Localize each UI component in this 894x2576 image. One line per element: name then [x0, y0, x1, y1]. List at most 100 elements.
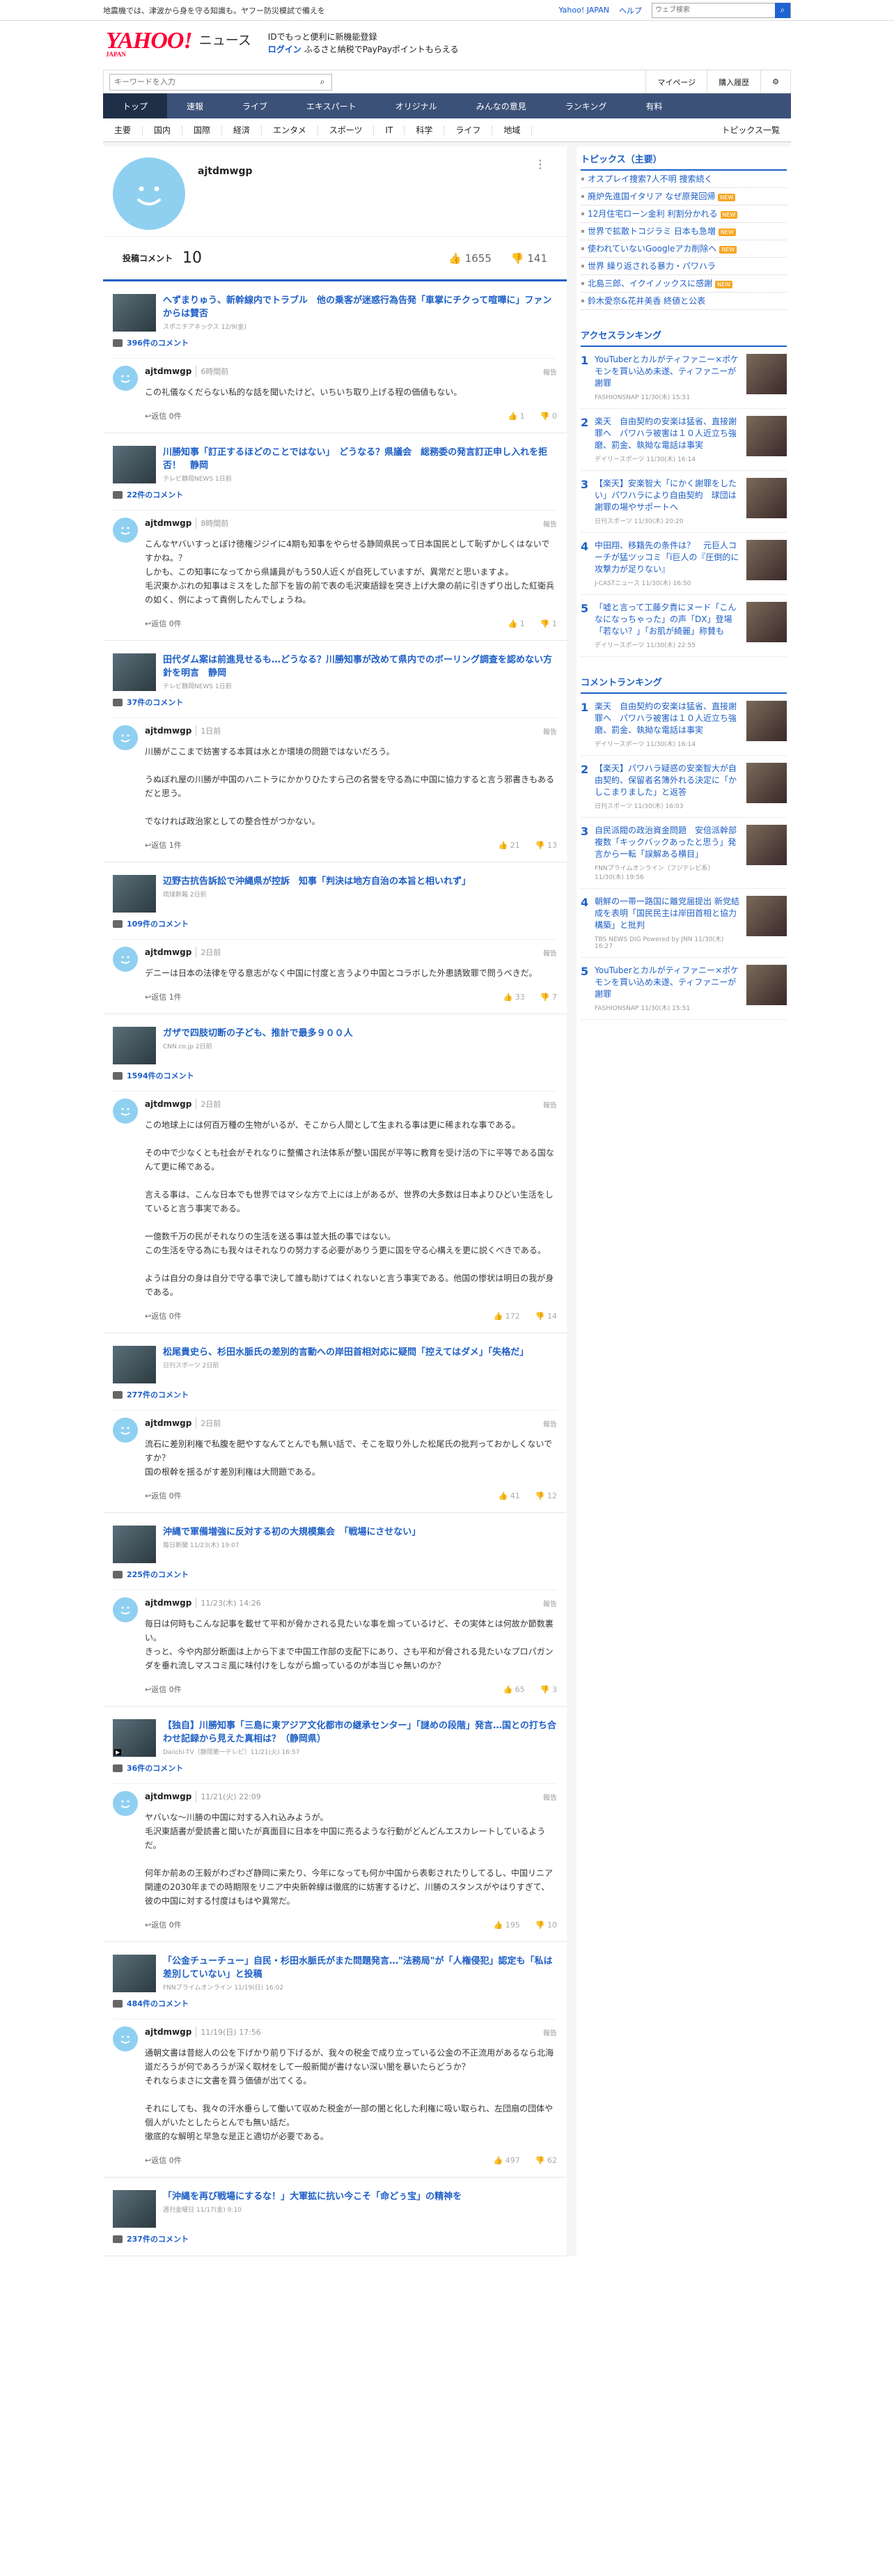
article[interactable]: 辺野古抗告訴訟で沖縄県が控訴 知事「判決は地方自治の本旨と相いれず」 琉球新報 2… — [113, 875, 557, 913]
comment-count-text[interactable]: 36件のコメント — [127, 1762, 183, 1774]
ranking-title[interactable]: YouTuberとカルがティファニー×ポケモンを買い込め未遂、ティファニーが謝罪 — [595, 354, 742, 389]
web-search-input[interactable] — [652, 3, 775, 17]
tab-4[interactable]: オリジナル — [376, 93, 457, 118]
article-thumbnail[interactable] — [113, 653, 156, 691]
help-link[interactable]: ヘルプ — [619, 5, 642, 16]
comment-author[interactable]: ajtdmwgp — [145, 2027, 191, 2037]
article-title[interactable]: 沖縄で軍備増強に反対する初の大規模集会 「戦場にさせない」 — [163, 1526, 421, 1539]
ranking-item[interactable]: 4 中田翔、移籍先の条件は？ 元巨人コーチが猛ツッコミ「ï巨人の『圧倒的に攻撃力が… — [581, 533, 787, 595]
article-thumbnail[interactable] — [113, 446, 156, 483]
dislike-button[interactable]: 👎 10 — [535, 1921, 557, 1930]
like-button[interactable]: 👍 195 — [494, 1921, 520, 1930]
article-thumbnail[interactable] — [113, 1955, 156, 1992]
login-link[interactable]: ログイン — [268, 45, 301, 54]
article[interactable]: へずまりゅう、新幹線内でトラブル 他の乗客が迷惑行為告発「車掌にチクって喧嘩に」… — [113, 294, 557, 332]
comment-count-text[interactable]: 277件のコメント — [127, 1389, 189, 1400]
comment-count-link[interactable]: 277件のコメント — [113, 1389, 557, 1400]
ranking-item[interactable]: 1 YouTuberとカルがティファニー×ポケモンを買い込め未遂、ティファニーが謝… — [581, 347, 787, 409]
comment-count-link[interactable]: 225件のコメント — [113, 1569, 557, 1580]
topic-label[interactable]: 使われていないGoogleアカ削除へ — [588, 244, 716, 254]
article-title[interactable]: へずまりゅう、新幹線内でトラブル 他の乗客が迷惑行為告発「車掌にチクって喧嘩に」… — [163, 294, 557, 320]
article[interactable]: ▶ 【独自】川勝知事「三島に東アジア文化都市の継承センター」「謎めの段階」発言…国… — [113, 1719, 557, 1757]
topic-label[interactable]: 北島三郎、イクイノックスに感謝 — [588, 279, 712, 288]
comment-count-link[interactable]: 109件のコメント — [113, 918, 557, 929]
reply-button[interactable]: 返信 1件 — [151, 991, 182, 1002]
category-9[interactable]: 地域 — [492, 125, 533, 135]
report-link[interactable]: 報告 — [543, 1418, 557, 1429]
category-8[interactable]: ライフ — [444, 125, 493, 135]
dislike-button[interactable]: 👎 1 — [540, 619, 557, 628]
topic-item[interactable]: 世界 繰り返される暴力・パワハラ — [581, 258, 787, 275]
topic-item[interactable]: オスプレイ捜索7人不明 捜索続く — [581, 171, 787, 188]
tab-2[interactable]: ライブ — [223, 93, 287, 118]
ranking-title[interactable]: 自民派閥の政治資金問題 安倍派幹部複数「キックバックあったと思う」発言から一転「… — [595, 825, 742, 860]
topic-item[interactable]: 廃炉先進国イタリア なぜ原発回帰 NEW — [581, 188, 787, 205]
reply-button[interactable]: 返信 0件 — [151, 618, 182, 629]
topics-all-link[interactable]: トピックス一覧 — [710, 125, 791, 135]
ranking-title[interactable]: 楽天 自由契約の安楽は猛省、直接謝罪へ パワハラ被害は１０人近立ち強磨、罰金、執… — [595, 701, 742, 736]
ranking-item[interactable]: 1 楽天 自由契約の安楽は猛省、直接謝罪へ パワハラ被害は１０人近立ち強磨、罰金、… — [581, 694, 787, 756]
ranking-thumbnail[interactable] — [746, 416, 787, 456]
comment-author[interactable]: ajtdmwgp — [145, 518, 191, 528]
article-thumbnail[interactable] — [113, 2190, 156, 2228]
comment-author[interactable]: ajtdmwgp — [145, 1598, 191, 1608]
article-thumbnail[interactable] — [113, 1526, 156, 1563]
article[interactable]: 松尾貴史ら、杉田水脈氏の差別的言動への岸田首相対応に疑問「控えてはダメ」「失格だ… — [113, 1346, 557, 1383]
dislike-button[interactable]: 👎 13 — [535, 841, 557, 850]
like-button[interactable]: 👍 65 — [503, 1685, 525, 1694]
comment-author[interactable]: ajtdmwgp — [145, 947, 191, 957]
tab-1[interactable]: 速報 — [167, 93, 223, 118]
article-title[interactable]: 田代ダム案は前進見せるも…どうなる？川勝知事が改めて県内でのボーリング調査を認め… — [163, 653, 557, 680]
reply-button[interactable]: 返信 0件 — [151, 1310, 182, 1321]
dislike-button[interactable]: 👎 0 — [540, 412, 557, 421]
comment-count-text[interactable]: 225件のコメント — [127, 1569, 189, 1580]
mypage-link[interactable]: マイページ — [645, 70, 707, 93]
ranking-title[interactable]: YouTuberとカルがティファニー×ポケモンを買い込め未遂、ティファニーが謝罪 — [595, 965, 742, 1000]
comment-count-link[interactable]: 1594件のコメント — [113, 1070, 557, 1081]
article-title[interactable]: 松尾貴史ら、杉田水脈氏の差別的言動への岸田首相対応に疑問「控えてはダメ」「失格だ… — [163, 1346, 528, 1359]
ranking-item[interactable]: 4 朝鮮の一帯一路国に離党届提出 新党結成を表明「国民民主は岸田首相と協力構築」と… — [581, 889, 787, 958]
reply-button[interactable]: 返信 0件 — [151, 1490, 182, 1501]
search-icon[interactable]: ⌕ — [775, 2, 790, 18]
topic-label[interactable]: 鈴木愛奈&花井美香 終値と公表 — [588, 296, 705, 306]
comment-count-text[interactable]: 396件のコメント — [127, 337, 189, 348]
comment-count-text[interactable]: 22件のコメント — [127, 489, 183, 500]
comment-count-text[interactable]: 484件のコメント — [127, 1998, 189, 2009]
like-button[interactable]: 👍 172 — [494, 1312, 520, 1321]
search-icon[interactable]: ⌕ — [313, 77, 331, 87]
ranking-item[interactable]: 3 【楽天】安楽智大「にかく謝罪をしたい」パワハラにより自由契約 球団は謝罪の場や… — [581, 471, 787, 533]
category-1[interactable]: 国内 — [143, 125, 183, 135]
comment-author[interactable]: ajtdmwgp — [145, 1792, 191, 1801]
tab-0[interactable]: トップ — [103, 93, 168, 118]
ranking-thumbnail[interactable] — [746, 478, 787, 518]
tab-7[interactable]: 有料 — [626, 93, 682, 118]
notice-text[interactable]: 地震機では、津波から身を守る知識も。ヤフー防災模試で備えを — [103, 5, 325, 16]
topic-label[interactable]: 廃炉先進国イタリア なぜ原発回帰 — [588, 192, 715, 201]
comment-count-link[interactable]: 36件のコメント — [113, 1762, 557, 1774]
topic-item[interactable]: 世界で拡散トコジラミ 日本も急増 NEW — [581, 223, 787, 240]
comment-count-text[interactable]: 109件のコメント — [127, 918, 189, 929]
category-3[interactable]: 経済 — [222, 125, 262, 135]
category-2[interactable]: 国際 — [182, 125, 223, 135]
ranking-item[interactable]: 3 自民派閥の政治資金問題 安倍派幹部複数「キックバックあったと思う」発言から一転… — [581, 818, 787, 889]
report-link[interactable]: 報告 — [543, 2027, 557, 2038]
report-link[interactable]: 報告 — [543, 947, 557, 958]
category-6[interactable]: IT — [374, 125, 405, 135]
like-button[interactable]: 👍 21 — [499, 841, 520, 850]
dislike-button[interactable]: 👎 7 — [540, 993, 557, 1002]
category-0[interactable]: 主要 — [103, 125, 143, 135]
comment-count-link[interactable]: 396件のコメント — [113, 337, 557, 348]
ranking-title[interactable]: 楽天 自由契約の安楽は猛省、直接謝罪へ パワハラ被害は１０人近立ち強磨、罰金、執… — [595, 416, 742, 451]
article-title[interactable]: 「公金チューチュー」自民・杉田水脈氏がまた問題発言…"法務局"が「人権侵犯」認定… — [163, 1955, 557, 1981]
report-link[interactable]: 報告 — [543, 1792, 557, 1802]
topic-item[interactable]: 鈴木愛奈&花井美香 終値と公表 — [581, 293, 787, 310]
reply-button[interactable]: 返信 0件 — [151, 410, 182, 421]
article-title[interactable]: 辺野古抗告訴訟で沖縄県が控訴 知事「判決は地方自治の本旨と相いれず」 — [163, 875, 471, 888]
dislike-button[interactable]: 👎 62 — [535, 2156, 557, 2165]
comment-count-text[interactable]: 237件のコメント — [127, 2233, 189, 2244]
topic-item[interactable]: 北島三郎、イクイノックスに感謝 NEW — [581, 275, 787, 293]
comment-author[interactable]: ajtdmwgp — [145, 1418, 191, 1428]
article-title[interactable]: 【独自】川勝知事「三島に東アジア文化都市の継承センター」「謎めの段階」発言…国と… — [163, 1719, 557, 1746]
article[interactable]: 「沖縄を再び戦場にするな！」大軍拡に抗い今こそ「命どぅ宝」の精神を 週刊金曜日 1… — [113, 2190, 557, 2228]
reply-button[interactable]: 返信 0件 — [151, 1919, 182, 1930]
